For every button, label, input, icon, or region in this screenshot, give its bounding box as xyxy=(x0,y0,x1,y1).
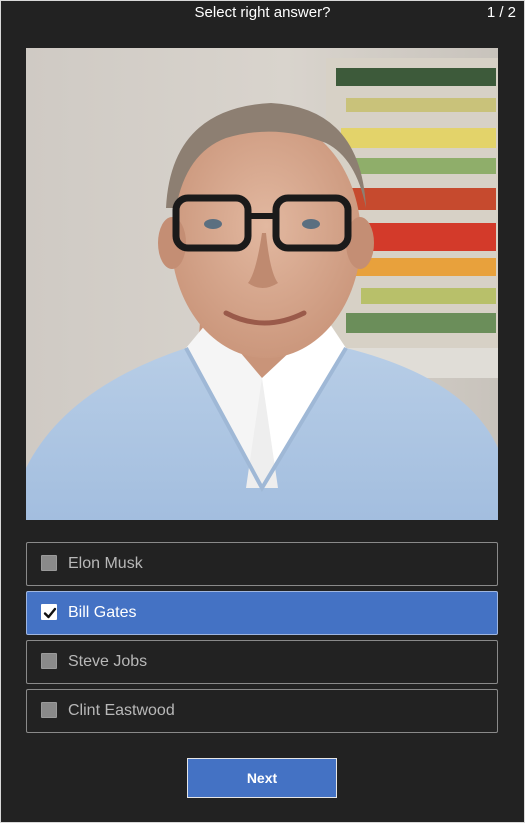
quiz-window: Select right answer? 1 / 2 Elon Musk Bil… xyxy=(0,0,525,823)
checkbox-unchecked[interactable] xyxy=(41,653,57,669)
answer-option-bill-gates[interactable]: Bill Gates xyxy=(26,591,498,635)
answer-option-clint-eastwood[interactable]: Clint Eastwood xyxy=(26,689,498,733)
checkbox-checked[interactable] xyxy=(41,604,57,620)
question-counter: 1 / 2 xyxy=(486,4,516,21)
quiz-header: Select right answer? 1 / 2 xyxy=(1,1,524,27)
question-title: Select right answer? xyxy=(194,4,331,21)
answer-label: Bill Gates xyxy=(68,604,137,621)
portrait-image xyxy=(26,48,498,520)
next-button[interactable]: Next xyxy=(187,758,337,798)
answer-options: Elon Musk Bill Gates Steve Jobs Clint Ea… xyxy=(26,542,498,738)
checkbox-unchecked[interactable] xyxy=(41,702,57,718)
checkmark-icon xyxy=(43,607,57,619)
answer-label: Elon Musk xyxy=(68,555,143,572)
answer-label: Clint Eastwood xyxy=(68,702,175,719)
question-photo xyxy=(26,48,498,520)
answer-option-elon-musk[interactable]: Elon Musk xyxy=(26,542,498,586)
answer-label: Steve Jobs xyxy=(68,653,148,670)
answer-option-steve-jobs[interactable]: Steve Jobs xyxy=(26,640,498,684)
checkbox-unchecked[interactable] xyxy=(41,555,57,571)
